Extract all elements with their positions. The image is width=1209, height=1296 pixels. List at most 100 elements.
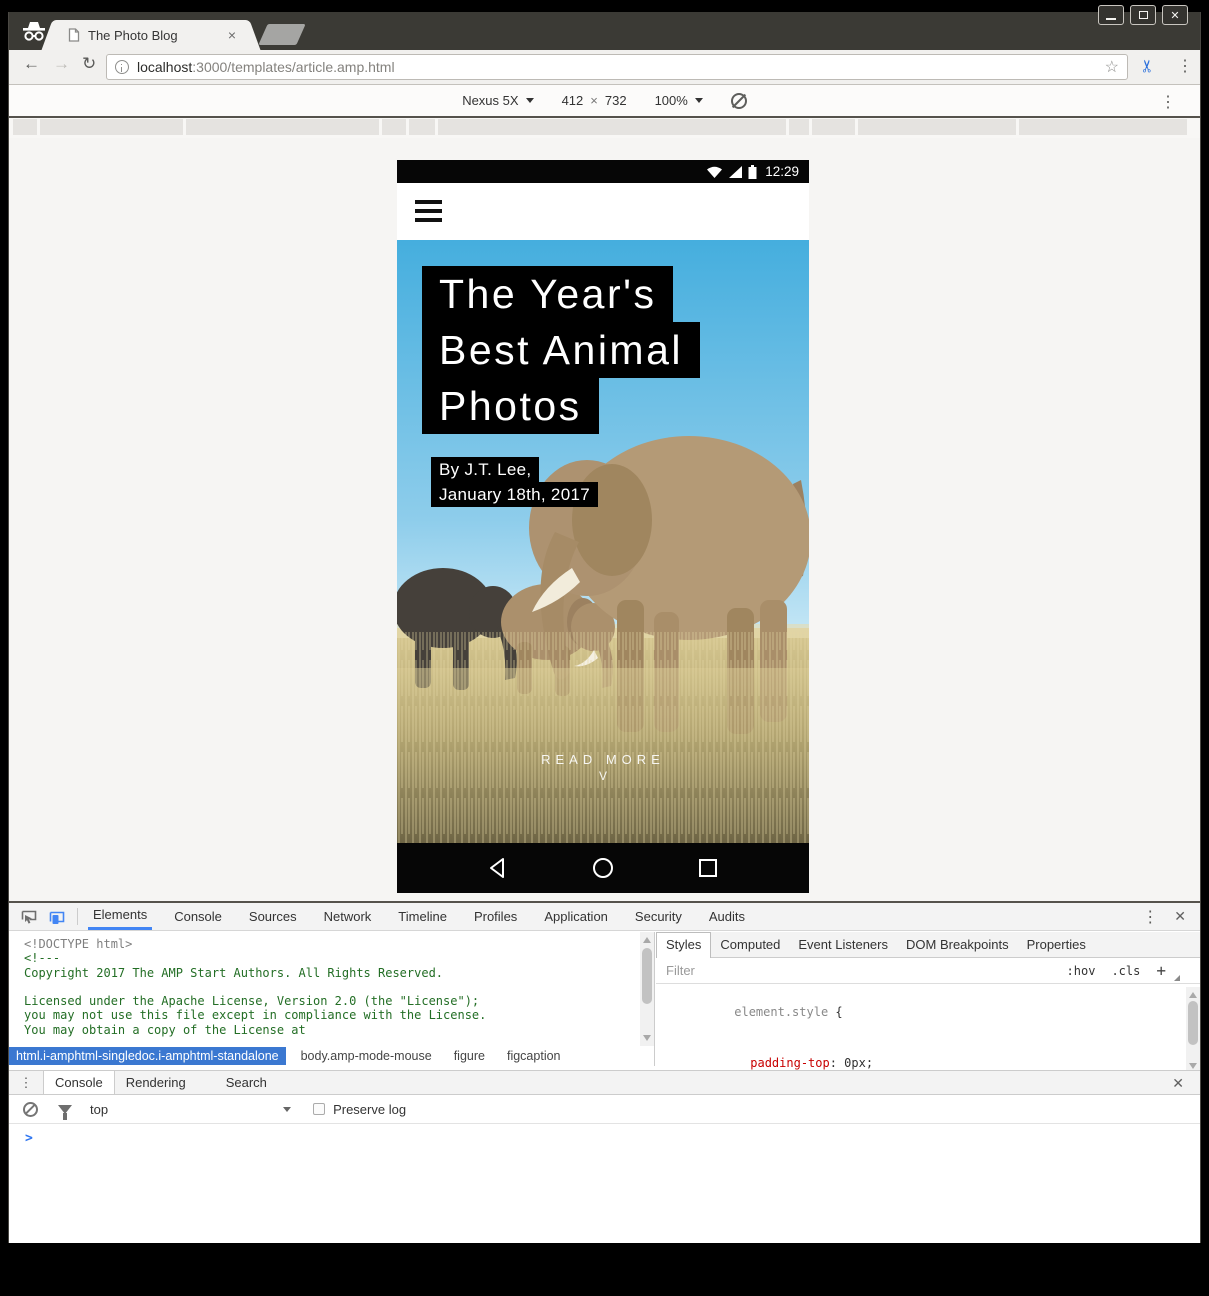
console-output[interactable]: > <box>9 1124 1200 1296</box>
bookmark-star-icon[interactable]: ☆ <box>1105 57 1119 77</box>
zoom-select[interactable]: 100% <box>655 93 703 108</box>
breadcrumb-figure[interactable]: figure <box>447 1047 492 1065</box>
drawer-menu-icon[interactable]: ⋮ <box>9 1071 43 1094</box>
chevron-down-icon[interactable]: V <box>397 769 809 783</box>
browser-menu-icon[interactable]: ⋮ <box>1177 56 1193 76</box>
chevron-down-icon <box>526 98 534 103</box>
styles-filter-row: Filter :hov .cls + <box>656 958 1200 984</box>
execution-context-selector[interactable]: top <box>90 1102 108 1117</box>
device-select-label: Nexus 5X <box>462 93 518 108</box>
reload-icon[interactable]: ↻ <box>82 54 96 74</box>
wifi-icon <box>706 165 723 179</box>
url-text[interactable]: localhost:3000/templates/article.amp.htm… <box>137 59 395 75</box>
tab-application[interactable]: Application <box>539 903 613 930</box>
dom-line[interactable]: Copyright 2017 The AMP Start Authors. Al… <box>24 966 654 980</box>
scissors-extension-icon[interactable]: ✂ <box>1138 59 1158 73</box>
scroll-thumb[interactable] <box>642 948 652 1004</box>
address-bar[interactable]: localhost:3000/templates/article.amp.htm… <box>106 54 1128 80</box>
rule-selector[interactable]: element.style <box>734 1005 828 1019</box>
element-class-toggle[interactable]: .cls <box>1111 964 1140 978</box>
tab-network[interactable]: Network <box>319 903 377 930</box>
tab-audits[interactable]: Audits <box>704 903 750 930</box>
console-toolbar: top Preserve log <box>9 1095 1200 1124</box>
tab-timeline[interactable]: Timeline <box>393 903 452 930</box>
filter-funnel-icon[interactable] <box>58 1105 72 1114</box>
dom-line[interactable] <box>24 980 654 994</box>
drawer-tab-rendering[interactable]: Rendering <box>115 1071 197 1094</box>
console-prompt-icon[interactable]: > <box>25 1131 33 1146</box>
scroll-up-icon[interactable] <box>643 937 651 943</box>
read-more-link[interactable]: READ MORE V <box>397 752 809 783</box>
inspect-icon[interactable] <box>21 909 37 925</box>
scroll-down-icon[interactable] <box>643 1035 651 1041</box>
tab-dom-breakpoints[interactable]: DOM Breakpoints <box>897 932 1018 957</box>
dom-line[interactable]: <!DOCTYPE html> <box>24 937 654 951</box>
dom-line[interactable]: Licensed under the Apache License, Versi… <box>24 994 654 1008</box>
info-icon[interactable] <box>115 60 129 74</box>
devtools-menu-icon[interactable]: ⋮ <box>1142 907 1158 927</box>
rotate-icon[interactable] <box>731 93 747 109</box>
hero-image: The Year's Best Animal Photos By J.T. Le… <box>397 240 809 843</box>
device-toolbar-menu-icon[interactable]: ⋮ <box>1160 92 1176 112</box>
toolbar-divider <box>77 908 78 925</box>
android-back-icon[interactable] <box>487 857 509 879</box>
devtools-close-icon[interactable]: ✕ <box>1174 908 1186 925</box>
dom-line[interactable]: You may obtain a copy of the License at <box>24 1023 654 1037</box>
byline-author: By J.T. Lee, <box>431 457 539 482</box>
tab-console[interactable]: Console <box>169 903 227 930</box>
drawer-tab-search[interactable]: Search <box>215 1071 278 1094</box>
preserve-log-checkbox[interactable] <box>313 1103 325 1115</box>
breadcrumb-figcaption[interactable]: figcaption <box>500 1047 568 1065</box>
tab-security[interactable]: Security <box>630 903 687 930</box>
css-value[interactable]: : 0px; <box>830 1056 873 1070</box>
breadcrumb-html[interactable]: html.i-amphtml-singledoc.i-amphtml-stand… <box>9 1047 286 1065</box>
tab-elements[interactable]: Elements <box>88 903 152 930</box>
tab-profiles[interactable]: Profiles <box>469 903 522 930</box>
device-toolbar-icon[interactable] <box>49 909 65 925</box>
styles-scrollbar[interactable] <box>1186 987 1200 1074</box>
viewport-height[interactable]: 732 <box>605 93 627 108</box>
elements-scrollbar[interactable] <box>640 932 654 1046</box>
tab-event-listeners[interactable]: Event Listeners <box>789 932 897 957</box>
android-home-icon[interactable] <box>592 857 614 879</box>
minimize-button[interactable] <box>1098 5 1124 25</box>
browser-tab[interactable]: The Photo Blog × <box>56 20 246 50</box>
new-style-rule-button[interactable]: + <box>1156 961 1166 980</box>
console-drawer: ⋮ Console Rendering Search ✕ top Preserv… <box>9 1070 1200 1243</box>
android-recents-icon[interactable] <box>697 857 719 879</box>
clear-console-icon[interactable] <box>23 1102 38 1117</box>
back-icon[interactable]: ← <box>23 54 40 74</box>
window-close-button[interactable]: ✕ <box>1162 5 1188 25</box>
signal-icon <box>728 165 743 179</box>
tab-sources[interactable]: Sources <box>244 903 302 930</box>
styles-filter-input[interactable]: Filter <box>666 963 695 978</box>
new-tab-button[interactable] <box>258 24 305 45</box>
tab-styles[interactable]: Styles <box>656 932 711 958</box>
read-more-label[interactable]: READ MORE <box>397 752 809 767</box>
tab-close-icon[interactable]: × <box>228 27 236 43</box>
drawer-tab-console[interactable]: Console <box>43 1071 115 1094</box>
scroll-up-icon[interactable] <box>1189 992 1197 998</box>
breadcrumb-body[interactable]: body.amp-mode-mouse <box>294 1047 439 1065</box>
viewport-size[interactable]: 412 × 732 <box>562 93 627 108</box>
scroll-down-icon[interactable] <box>1189 1063 1197 1069</box>
scroll-thumb[interactable] <box>1188 1001 1198 1045</box>
css-property[interactable]: padding-top <box>750 1056 829 1070</box>
tab-properties[interactable]: Properties <box>1018 932 1095 957</box>
url-path: :3000/templates/article.amp.html <box>192 59 394 75</box>
byline-date: January 18th, 2017 <box>431 482 598 507</box>
device-select[interactable]: Nexus 5X <box>462 93 533 108</box>
forward-icon[interactable]: → <box>53 54 70 74</box>
styles-tab-bar: Styles Computed Event Listeners DOM Brea… <box>656 932 1200 958</box>
tab-computed[interactable]: Computed <box>711 932 789 957</box>
maximize-button[interactable] <box>1130 5 1156 25</box>
drawer-close-icon[interactable]: ✕ <box>1172 1071 1200 1094</box>
chevron-down-icon[interactable] <box>283 1107 291 1112</box>
hamburger-menu-icon[interactable] <box>415 200 442 227</box>
pseudo-state-toggle[interactable]: :hov <box>1067 964 1096 978</box>
dom-line[interactable]: <!--- <box>24 951 654 965</box>
zoom-level: 100% <box>655 93 688 108</box>
viewport-width[interactable]: 412 <box>562 93 584 108</box>
dom-line[interactable]: you may not use this file except in comp… <box>24 1008 654 1022</box>
article-title: The Year's Best Animal Photos <box>422 266 700 434</box>
